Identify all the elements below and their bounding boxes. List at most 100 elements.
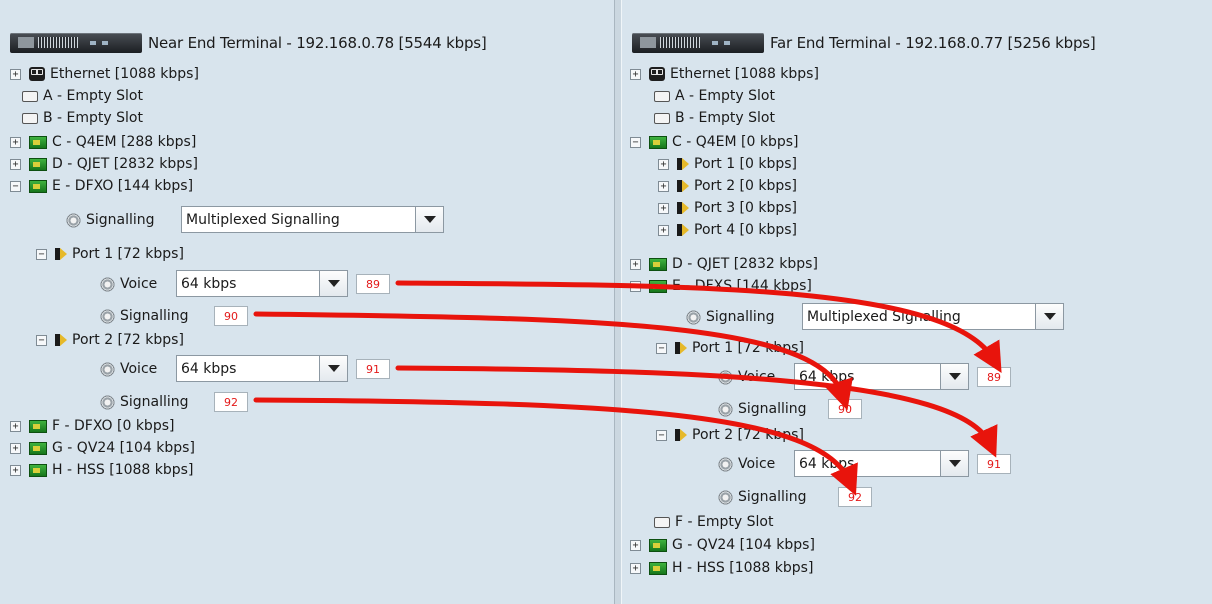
tree-node-port-1[interactable]: − Port 1 [72 kbps] bbox=[656, 337, 804, 359]
port2-voice-select[interactable]: 64 kbps bbox=[794, 450, 969, 477]
collapse-icon[interactable]: − bbox=[656, 429, 667, 441]
node-label: Port 4 [0 kbps] bbox=[694, 222, 798, 238]
port-icon bbox=[675, 428, 687, 442]
collapse-icon[interactable]: − bbox=[630, 280, 641, 292]
tree-node-slot-c[interactable]: − C - Q4EM [0 kbps] bbox=[630, 131, 799, 153]
dropdown-caret-icon[interactable] bbox=[940, 364, 968, 389]
device-icon bbox=[10, 33, 142, 53]
tree-node-slot-c[interactable]: + C - Q4EM [288 kbps] bbox=[10, 131, 196, 153]
node-label: F - Empty Slot bbox=[675, 514, 774, 530]
card-icon bbox=[649, 135, 667, 149]
timeslot-badge: 92 bbox=[214, 392, 248, 412]
port1-voice-select[interactable]: 64 kbps bbox=[794, 363, 969, 390]
tree-node-port2-signalling: Signalling bbox=[100, 391, 189, 413]
node-label: Signalling bbox=[738, 489, 807, 505]
tree-node-slot-b[interactable]: B - Empty Slot bbox=[654, 107, 775, 129]
select-value: 64 kbps bbox=[799, 368, 855, 385]
tree-node-slot-g[interactable]: + G - QV24 [104 kbps] bbox=[630, 534, 815, 556]
timeslot-badge: 90 bbox=[828, 399, 862, 419]
collapse-icon[interactable]: − bbox=[36, 248, 47, 260]
tree-node-ethernet[interactable]: + Ethernet [1088 kbps] bbox=[10, 63, 199, 85]
expand-icon[interactable]: + bbox=[630, 539, 641, 551]
far-end-title: Far End Terminal - 192.168.0.77 [5256 kb… bbox=[770, 34, 1096, 52]
expand-icon[interactable]: + bbox=[658, 158, 669, 170]
tree-node-signalling: Signalling bbox=[66, 209, 155, 231]
tree-node-port-2[interactable]: − Port 2 [72 kbps] bbox=[656, 424, 804, 446]
expand-icon[interactable]: + bbox=[10, 158, 21, 170]
tree-node-slot-b[interactable]: B - Empty Slot bbox=[22, 107, 143, 129]
card-icon bbox=[649, 257, 667, 271]
tree-node-slot-h[interactable]: + H - HSS [1088 kbps] bbox=[10, 459, 193, 481]
card-icon bbox=[649, 538, 667, 552]
card-icon bbox=[29, 463, 47, 477]
tree-node-slot-a[interactable]: A - Empty Slot bbox=[22, 85, 143, 107]
dropdown-caret-icon[interactable] bbox=[319, 271, 347, 296]
node-label: G - QV24 [104 kbps] bbox=[52, 440, 195, 456]
card-icon bbox=[29, 135, 47, 149]
dropdown-caret-icon[interactable] bbox=[415, 207, 443, 232]
tree-node-c-port-1[interactable]: + Port 1 [0 kbps] bbox=[658, 153, 797, 175]
tree-node-slot-f[interactable]: F - Empty Slot bbox=[654, 511, 773, 533]
tree-node-port2-voice: Voice bbox=[718, 453, 775, 475]
expand-icon[interactable]: + bbox=[10, 68, 21, 80]
tree-node-slot-a[interactable]: A - Empty Slot bbox=[654, 85, 775, 107]
tree-node-slot-d[interactable]: + D - QJET [2832 kbps] bbox=[10, 153, 198, 175]
dropdown-caret-icon[interactable] bbox=[1035, 304, 1063, 329]
tree-node-c-port-4[interactable]: + Port 4 [0 kbps] bbox=[658, 219, 797, 241]
signalling-select[interactable]: Multiplexed Signalling bbox=[802, 303, 1064, 330]
node-label: B - Empty Slot bbox=[675, 110, 775, 126]
node-label: G - QV24 [104 kbps] bbox=[672, 537, 815, 553]
node-label: Signalling bbox=[120, 308, 189, 324]
node-label: A - Empty Slot bbox=[675, 88, 775, 104]
expand-icon[interactable]: + bbox=[658, 224, 669, 236]
tree-node-ethernet[interactable]: + Ethernet [1088 kbps] bbox=[630, 63, 819, 85]
node-label: Port 1 [72 kbps] bbox=[72, 246, 184, 262]
expand-icon[interactable]: + bbox=[658, 202, 669, 214]
tree-node-port1-signalling: Signalling bbox=[718, 398, 807, 420]
tree-node-port1-voice: Voice bbox=[100, 273, 157, 295]
tree-node-port-2[interactable]: − Port 2 [72 kbps] bbox=[36, 329, 184, 351]
collapse-icon[interactable]: − bbox=[630, 136, 641, 148]
tree-node-slot-e[interactable]: − E - DFXO [144 kbps] bbox=[10, 175, 193, 197]
node-label: Ethernet [1088 kbps] bbox=[50, 66, 199, 82]
collapse-icon[interactable]: − bbox=[36, 334, 47, 346]
node-label: H - HSS [1088 kbps] bbox=[672, 560, 814, 576]
timeslot-badge: 89 bbox=[977, 367, 1011, 387]
gear-icon bbox=[718, 369, 733, 385]
tree-node-slot-e[interactable]: − E - DFXS [144 kbps] bbox=[630, 275, 812, 297]
collapse-icon[interactable]: − bbox=[10, 180, 21, 192]
expand-icon[interactable]: + bbox=[630, 68, 641, 80]
signalling-select[interactable]: Multiplexed Signalling bbox=[181, 206, 444, 233]
tree-node-slot-d[interactable]: + D - QJET [2832 kbps] bbox=[630, 253, 818, 275]
tree-node-slot-f[interactable]: + F - DFXO [0 kbps] bbox=[10, 415, 174, 437]
empty-slot-icon bbox=[654, 90, 670, 102]
ethernet-icon bbox=[649, 67, 665, 81]
tree-node-port2-signalling: Signalling bbox=[718, 486, 807, 508]
expand-icon[interactable]: + bbox=[658, 180, 669, 192]
expand-icon[interactable]: + bbox=[10, 420, 21, 432]
empty-slot-icon bbox=[22, 90, 38, 102]
node-label: Voice bbox=[738, 369, 776, 385]
port2-voice-select[interactable]: 64 kbps bbox=[176, 355, 348, 382]
port1-voice-select[interactable]: 64 kbps bbox=[176, 270, 348, 297]
split-pane-divider[interactable] bbox=[614, 0, 622, 604]
tree-node-c-port-2[interactable]: + Port 2 [0 kbps] bbox=[658, 175, 797, 197]
node-label: B - Empty Slot bbox=[43, 110, 143, 126]
dropdown-caret-icon[interactable] bbox=[319, 356, 347, 381]
node-label: F - DFXO [0 kbps] bbox=[52, 418, 175, 434]
expand-icon[interactable]: + bbox=[630, 562, 641, 574]
tree-node-slot-g[interactable]: + G - QV24 [104 kbps] bbox=[10, 437, 195, 459]
tree-node-port-1[interactable]: − Port 1 [72 kbps] bbox=[36, 243, 184, 265]
dropdown-caret-icon[interactable] bbox=[940, 451, 968, 476]
expand-icon[interactable]: + bbox=[10, 442, 21, 454]
expand-icon[interactable]: + bbox=[630, 258, 641, 270]
node-label: H - HSS [1088 kbps] bbox=[52, 462, 194, 478]
expand-icon[interactable]: + bbox=[10, 464, 21, 476]
near-end-title: Near End Terminal - 192.168.0.78 [5544 k… bbox=[148, 34, 487, 52]
gear-icon bbox=[66, 212, 81, 228]
tree-node-c-port-3[interactable]: + Port 3 [0 kbps] bbox=[658, 197, 797, 219]
collapse-icon[interactable]: − bbox=[656, 342, 667, 354]
gear-icon bbox=[718, 401, 733, 417]
expand-icon[interactable]: + bbox=[10, 136, 21, 148]
tree-node-slot-h[interactable]: + H - HSS [1088 kbps] bbox=[630, 557, 813, 579]
